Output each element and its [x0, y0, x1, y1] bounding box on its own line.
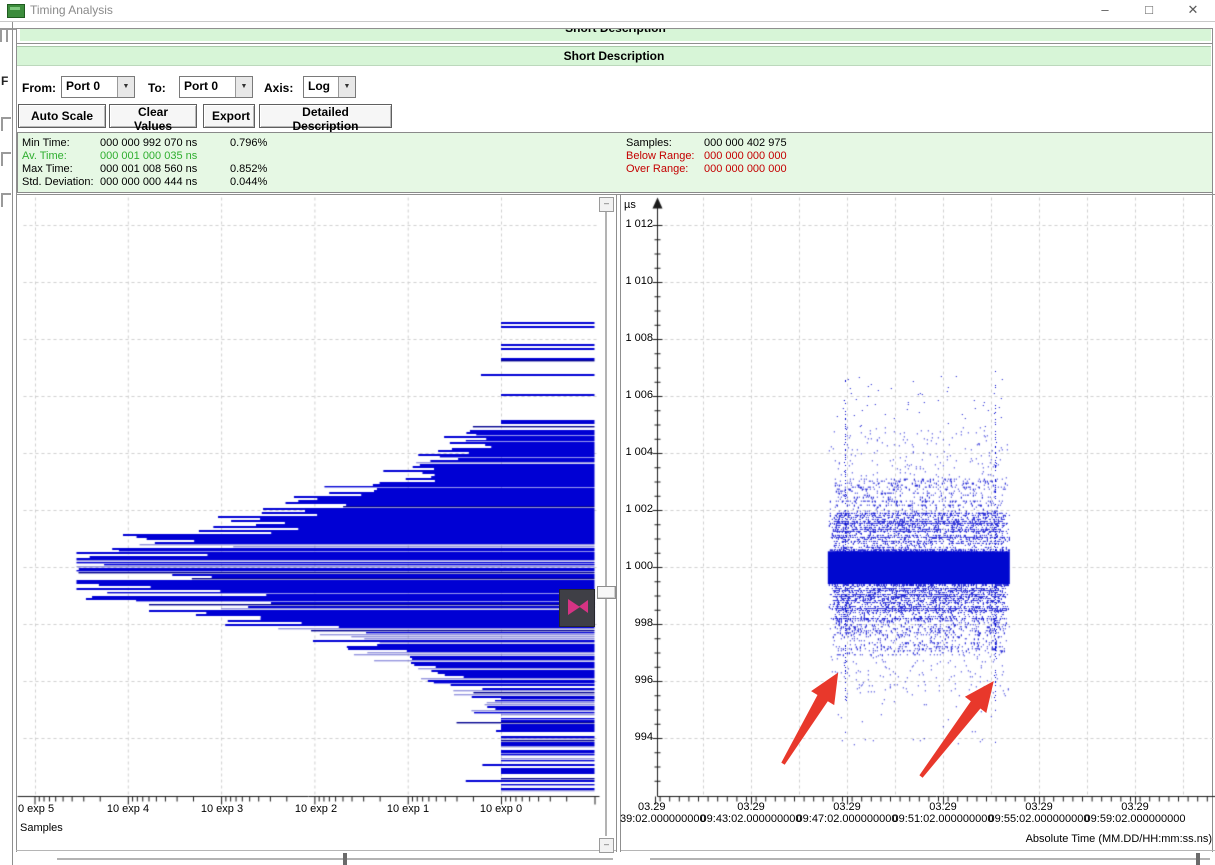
clear-values-button[interactable]: Clear Values — [109, 104, 197, 133]
y-tick-label: 1 008 — [625, 332, 653, 344]
slider-up-button[interactable]: ‒ — [599, 197, 614, 212]
to-port-value: Port 0 — [184, 79, 219, 93]
scatter-plot-canvas[interactable] — [620, 195, 1215, 855]
axis-scale-value: Log — [308, 79, 330, 93]
axis-scale-select[interactable]: Log ▼ — [303, 76, 356, 98]
maximize-button[interactable]: □ — [1134, 0, 1164, 20]
auto-scale-button[interactable]: Auto Scale — [18, 104, 106, 128]
chevron-down-icon[interactable]: ▼ — [117, 77, 134, 97]
stat-max-time: Max Time: 000 001 008 560 ns 0.852% — [22, 163, 267, 176]
histogram-x-tick-label: 10 exp 0 — [479, 803, 523, 815]
histogram-x-tick-label: 10 exp 3 — [200, 803, 244, 815]
stat-label: Over Range: — [626, 163, 689, 175]
stat-value: 000 001 000 035 ns — [100, 150, 198, 162]
frame-line — [12, 22, 13, 865]
horizontal-slider-handle[interactable] — [343, 853, 347, 865]
stat-value: 000 000 992 070 ns — [100, 137, 198, 149]
stat-value: 000 000 000 000 — [704, 163, 787, 175]
y-axis-unit-label: µs — [624, 199, 636, 211]
histogram-x-tick-label: 10 exp 1 — [386, 803, 430, 815]
histogram-x-tick-label: 10 exp 2 — [294, 803, 338, 815]
y-tick-label: 1 006 — [625, 389, 653, 401]
y-tick-label: 994 — [634, 731, 653, 743]
x-axis-title: Absolute Time (MM.DD/HH:mm:ss.ns) — [1025, 833, 1212, 845]
stat-label: Below Range: — [626, 150, 695, 162]
stat-std-deviation: Std. Deviation: 000 000 000 444 ns 0.044% — [22, 176, 267, 189]
from-port-select[interactable]: Port 0 ▼ — [61, 76, 135, 98]
histogram-canvas[interactable] — [16, 195, 616, 855]
export-button[interactable]: Export — [203, 104, 255, 128]
stat-min-time: Min Time: 000 000 992 070 ns 0.796% — [22, 137, 267, 150]
stat-below-range: Below Range: 000 000 000 000 — [626, 150, 834, 163]
stat-label: Samples: — [626, 137, 672, 149]
panel-header: Short Description — [17, 46, 1211, 66]
timing-analysis-window: Timing Analysis – □ ✕ F Short Descriptio… — [0, 0, 1215, 865]
vertical-slider-thumb[interactable] — [597, 586, 616, 599]
axis-label: Axis: — [264, 81, 294, 95]
y-tick-label: 1 002 — [625, 503, 653, 515]
stat-label: Std. Deviation: — [22, 176, 94, 188]
stat-value: 000 000 000 000 — [704, 150, 787, 162]
y-tick-label: 998 — [634, 617, 653, 629]
to-label: To: — [148, 81, 166, 95]
chevron-down-icon[interactable]: ▼ — [338, 77, 355, 97]
frame-line — [16, 43, 1212, 44]
panel-divider — [616, 195, 621, 852]
to-port-select[interactable]: Port 0 ▼ — [179, 76, 253, 98]
histogram-x-tick-label: 10 exp 4 — [106, 803, 150, 815]
x-tick-label: 03.29 09:59:02.000000000 — [1084, 801, 1186, 825]
stat-label: Av. Time: — [22, 150, 67, 162]
minimize-button[interactable]: – — [1090, 0, 1120, 20]
detailed-description-button[interactable]: Detailed Description — [259, 104, 392, 133]
background-window-fragment — [1, 193, 11, 207]
y-tick-label: 1 000 — [625, 560, 653, 572]
y-tick-label: 996 — [634, 674, 653, 686]
window-title: Timing Analysis — [30, 3, 113, 17]
slider-down-button[interactable]: ‒ — [599, 838, 614, 853]
stat-label: Max Time: — [22, 163, 73, 175]
app-icon — [7, 4, 25, 18]
window-titlebar: Timing Analysis – □ ✕ — [0, 0, 1215, 22]
stat-value: 000 000 402 975 — [704, 137, 787, 149]
background-window-fragment — [1, 152, 11, 166]
stat-percent: 0.796% — [230, 137, 268, 149]
y-tick-label: 1 010 — [625, 275, 653, 287]
background-window-fragment — [1, 117, 11, 131]
vertical-slider-track[interactable] — [605, 212, 607, 836]
y-tick-label: 1 012 — [625, 218, 653, 230]
background-window-fragment — [6, 28, 16, 42]
from-label: From: — [22, 81, 56, 95]
stat-percent: 0.852% — [230, 163, 268, 175]
close-button[interactable]: ✕ — [1178, 0, 1208, 20]
histogram-x-axis-title: Samples — [20, 822, 63, 834]
stat-samples: Samples: 000 000 402 975 — [626, 137, 834, 150]
background-window-letter: F — [1, 74, 9, 88]
clipped-panel-header: Short Description — [20, 29, 1211, 41]
horizontal-slider-track-right[interactable] — [650, 858, 1210, 860]
stat-percent: 0.044% — [230, 176, 268, 188]
stat-label: Min Time: — [22, 137, 70, 149]
stat-av-time: Av. Time: 000 001 000 035 ns — [22, 150, 230, 163]
chevron-down-icon[interactable]: ▼ — [235, 77, 252, 97]
stat-over-range: Over Range: 000 000 000 000 — [626, 163, 834, 176]
from-port-value: Port 0 — [66, 79, 101, 93]
stat-value: 000 000 000 444 ns — [100, 176, 198, 188]
histogram-x-tick-label: 0 exp 5 — [18, 803, 55, 815]
statistics-panel: Min Time: 000 000 992 070 ns 0.796% Av. Ti… — [17, 132, 1213, 193]
stat-value: 000 001 008 560 ns — [100, 163, 198, 175]
y-tick-label: 1 004 — [625, 446, 653, 458]
horizontal-slider-handle[interactable] — [1196, 853, 1200, 865]
horizontal-slider-track-left[interactable] — [57, 858, 613, 860]
bowtie-cursor-icon — [559, 589, 595, 627]
